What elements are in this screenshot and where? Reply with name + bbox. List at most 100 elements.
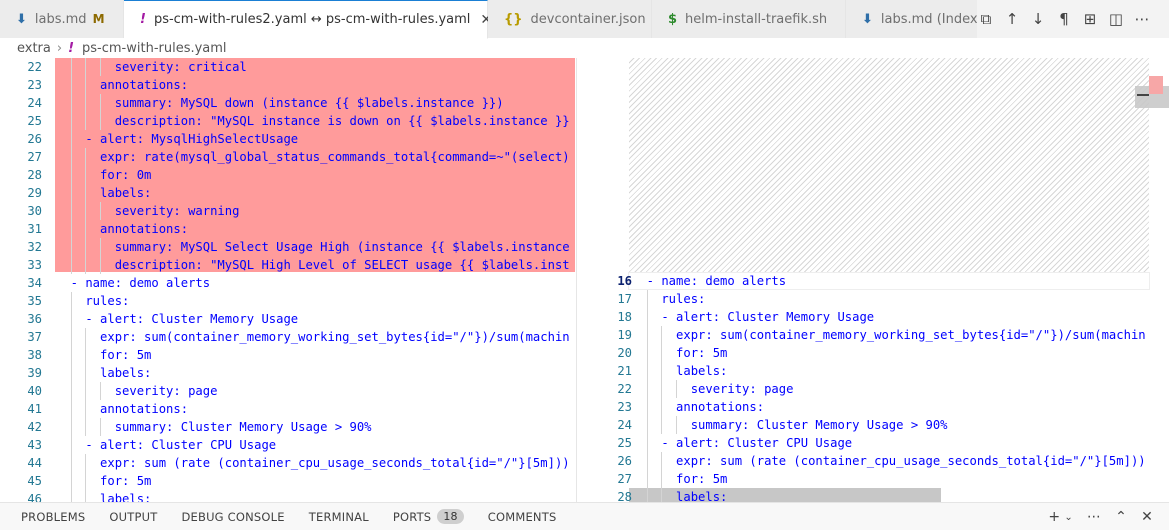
code-text[interactable]: description: "MySQL High Level of SELECT… — [56, 256, 570, 274]
code-line[interactable]: 26 - alert: MysqlHighSelectUsage — [0, 130, 576, 148]
code-text[interactable]: annotations: — [56, 220, 188, 238]
code-text[interactable]: severity: warning — [56, 202, 240, 220]
line-number: 32 — [27, 240, 42, 254]
code-line[interactable]: 38 for: 5m — [0, 346, 576, 364]
code-line[interactable]: 41 annotations: — [0, 400, 576, 418]
code-line[interactable]: 24 summary: MySQL down (instance {{ $lab… — [0, 94, 576, 112]
code-text[interactable]: annotations: — [56, 400, 188, 418]
tab-debug-console[interactable]: DEBUG CONSOLE — [181, 510, 284, 524]
code-line[interactable]: 37 expr: sum(container_memory_working_se… — [0, 328, 576, 346]
previous-change-icon[interactable]: ↑ — [1003, 10, 1021, 28]
code-text[interactable]: - name: demo alerts — [56, 274, 210, 292]
overview-ruler[interactable] — [1135, 58, 1169, 502]
code-text[interactable]: - alert: Cluster CPU Usage — [632, 434, 852, 452]
code-line[interactable]: 44 expr: sum (rate (container_cpu_usage_… — [0, 454, 576, 472]
tab-ports[interactable]: PORTS 18 — [393, 509, 464, 524]
code-line[interactable]: 31 annotations: — [0, 220, 576, 238]
code-text[interactable]: annotations: — [56, 76, 188, 94]
breadcrumb-folder[interactable]: extra — [17, 41, 51, 56]
code-line[interactable]: 20 for: 5m — [590, 344, 1150, 362]
code-text[interactable]: - alert: Cluster CPU Usage — [56, 436, 276, 454]
code-line[interactable]: 46 labels: — [0, 490, 576, 502]
book-icon[interactable]: ⊞ — [1081, 10, 1099, 28]
code-line[interactable]: 27 expr: rate(mysql_global_status_comman… — [0, 148, 576, 166]
code-line[interactable]: 34 - name: demo alerts — [0, 274, 576, 292]
code-line[interactable]: 28 labels: — [590, 488, 1150, 502]
tab-diff-ps-cm-with-rules[interactable]: ! ps-cm-with-rules2.yaml ↔ ps-cm-with-ru… — [124, 0, 492, 39]
more-actions-icon[interactable]: ⋯ — [1133, 10, 1151, 28]
code-text[interactable]: description: "MySQL instance is down on … — [56, 112, 570, 130]
code-line[interactable]: 25 description: "MySQL instance is down … — [0, 112, 576, 130]
more-actions-icon[interactable]: ⋯ — [1087, 509, 1101, 525]
diff-modified-editor[interactable]: 16 - name: demo alerts 17 rules: 18 - aler… — [590, 58, 1150, 502]
tab-comments[interactable]: COMMENTS — [488, 510, 557, 524]
indent-guide — [85, 454, 87, 472]
code-line[interactable]: 21 labels: — [590, 362, 1150, 380]
code-text[interactable]: rules: — [56, 292, 129, 310]
line-number: 24 — [27, 96, 42, 110]
code-text[interactable]: expr: rate(mysql_global_status_commands_… — [56, 148, 570, 166]
maximize-icon[interactable]: ⌃ — [1115, 509, 1127, 525]
diff-divider[interactable] — [576, 58, 577, 502]
code-text[interactable]: summary: MySQL down (instance {{ $labels… — [56, 94, 504, 112]
code-text[interactable]: - alert: Cluster Memory Usage — [56, 310, 298, 328]
tab-problems[interactable]: PROBLEMS — [21, 510, 85, 524]
code-line[interactable]: 16 - name: demo alerts — [590, 272, 1150, 290]
code-line[interactable]: 27 for: 5m — [590, 470, 1150, 488]
code-line[interactable]: 29 labels: — [0, 184, 576, 202]
indent-guide — [675, 416, 677, 434]
indent-guide — [99, 112, 101, 130]
code-line[interactable]: 18 - alert: Cluster Memory Usage — [590, 308, 1150, 326]
code-line[interactable]: 32 summary: MySQL Select Usage High (ins… — [0, 238, 576, 256]
code-text[interactable]: severity: page — [632, 380, 794, 398]
tab-labs-md[interactable]: ⬇ labs.md M — [0, 0, 124, 38]
code-text[interactable]: - name: demo alerts — [632, 272, 786, 290]
code-line[interactable]: 24 summary: Cluster Memory Usage > 90% — [590, 416, 1150, 434]
code-line[interactable]: 23 annotations: — [0, 76, 576, 94]
code-line[interactable]: 42 summary: Cluster Memory Usage > 90% — [0, 418, 576, 436]
code-text[interactable]: expr: sum(container_memory_working_set_b… — [56, 328, 570, 346]
code-line[interactable]: 25 - alert: Cluster CPU Usage — [590, 434, 1150, 452]
code-text[interactable]: summary: MySQL Select Usage High (instan… — [56, 238, 570, 256]
code-text[interactable]: - alert: Cluster Memory Usage — [632, 308, 874, 326]
tab-devcontainer-json[interactable]: {} devcontainer.json — [488, 0, 652, 38]
code-text[interactable]: - alert: MysqlHighSelectUsage — [56, 130, 298, 148]
show-whitespace-icon[interactable]: ¶ — [1055, 10, 1073, 28]
code-line[interactable]: 35 rules: — [0, 292, 576, 310]
diff-original-editor[interactable]: 22 severity: critical 23 annotations: 24 s… — [0, 58, 576, 502]
code-line[interactable]: 43 - alert: Cluster CPU Usage — [0, 436, 576, 454]
next-change-icon[interactable]: ↓ — [1029, 10, 1047, 28]
chevron-down-icon[interactable]: ⌄ — [1064, 512, 1073, 523]
code-text[interactable]: expr: sum (rate (container_cpu_usage_sec… — [56, 454, 570, 472]
code-line[interactable]: 23 annotations: — [590, 398, 1150, 416]
tab-terminal[interactable]: TERMINAL — [309, 510, 369, 524]
tab-output[interactable]: OUTPUT — [109, 510, 157, 524]
add-icon[interactable]: + — [1048, 509, 1060, 525]
open-file-icon[interactable]: ⧉ — [977, 10, 995, 28]
code-text[interactable]: rules: — [632, 290, 705, 308]
close-icon[interactable]: ✕ — [1141, 509, 1153, 525]
code-line[interactable]: 22 severity: critical — [0, 58, 576, 76]
code-line[interactable]: 40 severity: page — [0, 382, 576, 400]
code-line[interactable]: 30 severity: warning — [0, 202, 576, 220]
code-line[interactable]: 36 - alert: Cluster Memory Usage — [0, 310, 576, 328]
code-line[interactable]: 19 expr: sum(container_memory_working_se… — [590, 326, 1150, 344]
code-line[interactable]: 17 rules: — [590, 290, 1150, 308]
code-text[interactable]: severity: page — [56, 382, 218, 400]
tab-labs-md-index[interactable]: ⬇ labs.md (Index) — [846, 0, 986, 38]
code-line[interactable]: 26 expr: sum (rate (container_cpu_usage_… — [590, 452, 1150, 470]
tab-helm-install-traefik[interactable]: $ helm-install-traefik.sh — [652, 0, 846, 38]
code-text[interactable]: expr: sum (rate (container_cpu_usage_sec… — [632, 452, 1146, 470]
code-text[interactable]: summary: Cluster Memory Usage > 90% — [632, 416, 948, 434]
code-line[interactable]: 33 description: "MySQL High Level of SEL… — [0, 256, 576, 274]
split-editor-icon[interactable]: ◫ — [1107, 10, 1125, 28]
line-number: 31 — [27, 222, 42, 236]
code-line[interactable]: 22 severity: page — [590, 380, 1150, 398]
code-line[interactable]: 39 labels: — [0, 364, 576, 382]
code-line[interactable]: 28 for: 0m — [0, 166, 576, 184]
code-text[interactable]: summary: Cluster Memory Usage > 90% — [56, 418, 372, 436]
code-text[interactable]: annotations: — [632, 398, 764, 416]
code-line[interactable]: 45 for: 5m — [0, 472, 576, 490]
code-text[interactable]: expr: sum(container_memory_working_set_b… — [632, 326, 1146, 344]
breadcrumb-file[interactable]: ps-cm-with-rules.yaml — [82, 41, 227, 56]
